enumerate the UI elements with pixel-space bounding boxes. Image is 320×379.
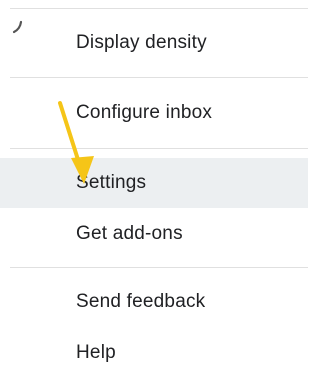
- menu-item-configure-inbox[interactable]: Configure inbox: [0, 90, 308, 136]
- divider: [10, 77, 308, 78]
- settings-dropdown-menu: Display density Configure inbox Settings…: [0, 0, 308, 379]
- menu-item-label: Help: [76, 342, 116, 363]
- menu-item-display-density[interactable]: Display density: [0, 20, 308, 66]
- menu-item-help[interactable]: Help: [0, 330, 308, 376]
- divider: [10, 148, 308, 149]
- menu-item-label: Configure inbox: [76, 102, 213, 123]
- divider-top: [10, 8, 308, 9]
- menu-item-label: Send feedback: [76, 291, 206, 312]
- menu-item-label: Display density: [76, 32, 207, 53]
- divider: [10, 267, 308, 268]
- menu-item-label: Get add-ons: [76, 223, 183, 244]
- menu-item-send-feedback[interactable]: Send feedback: [0, 279, 308, 325]
- menu-item-settings[interactable]: Settings: [0, 158, 308, 208]
- menu-item-label: Settings: [76, 172, 147, 193]
- menu-item-get-add-ons[interactable]: Get add-ons: [0, 211, 308, 257]
